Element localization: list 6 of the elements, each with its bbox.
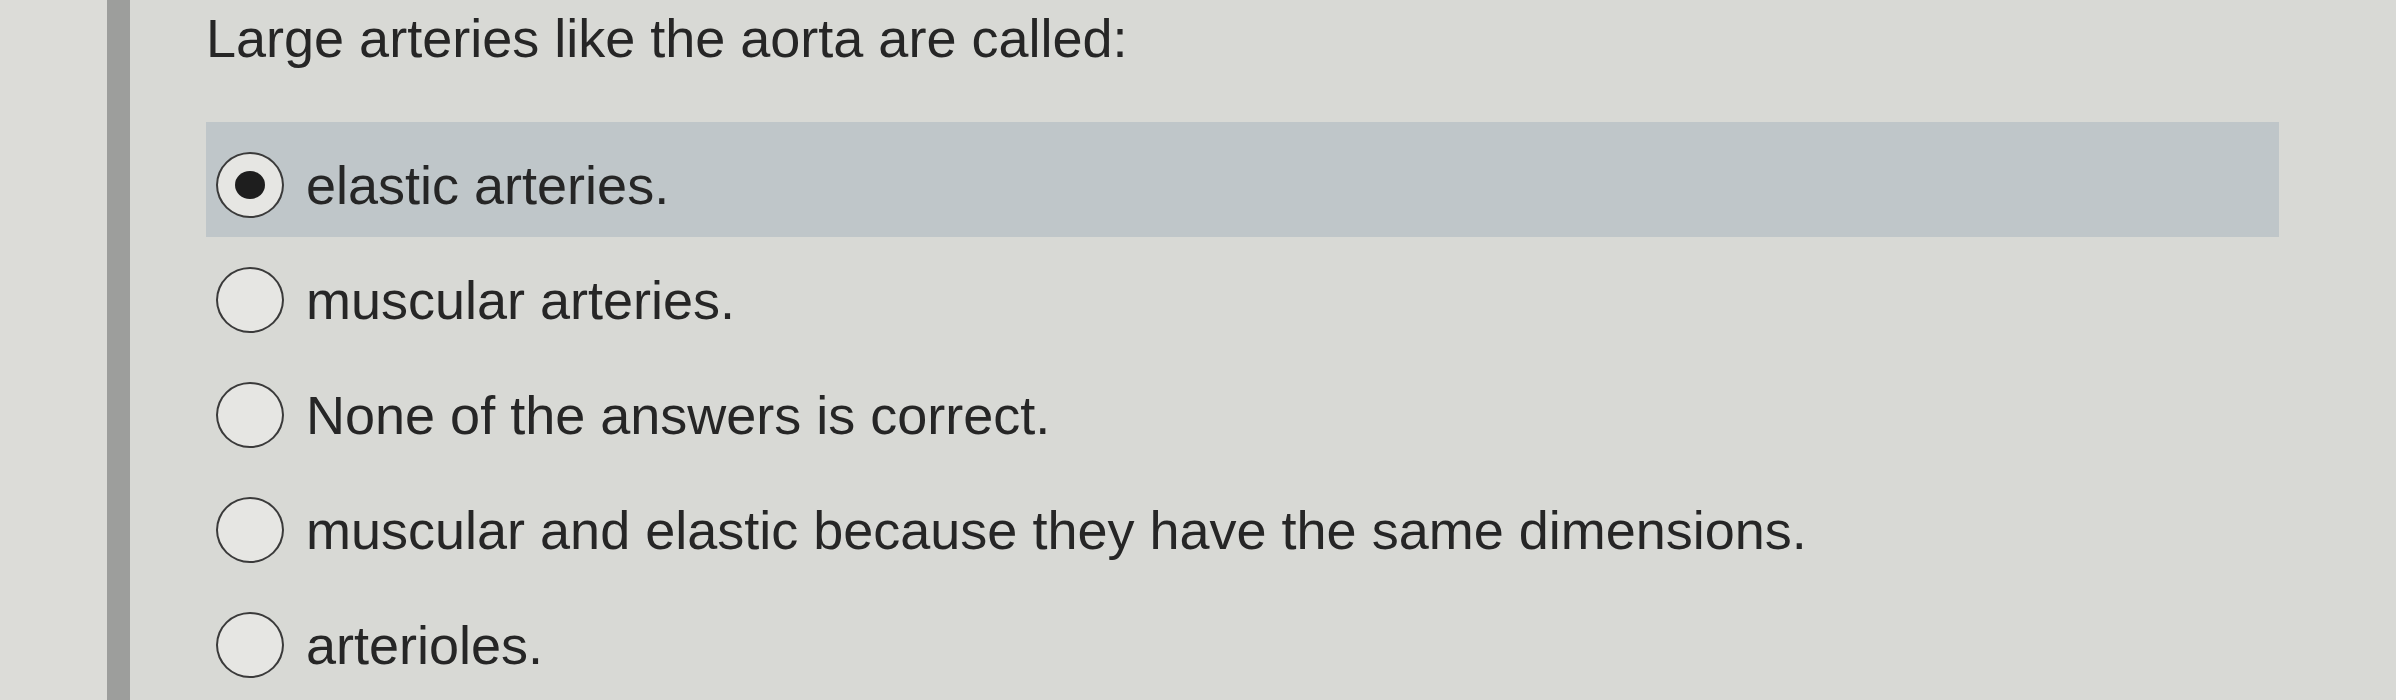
answer-text[interactable]: muscular and elastic because they have the same dimensions. — [306, 497, 1807, 562]
answer-text[interactable]: None of the answers is correct. — [306, 382, 1051, 447]
answer-text[interactable]: muscular arteries. — [306, 267, 736, 332]
answer-text[interactable]: arterioles. — [306, 612, 544, 677]
answer-text[interactable]: elastic arteries. — [306, 152, 670, 217]
question-text: Large arteries like the aorta are called: — [206, 7, 1129, 70]
